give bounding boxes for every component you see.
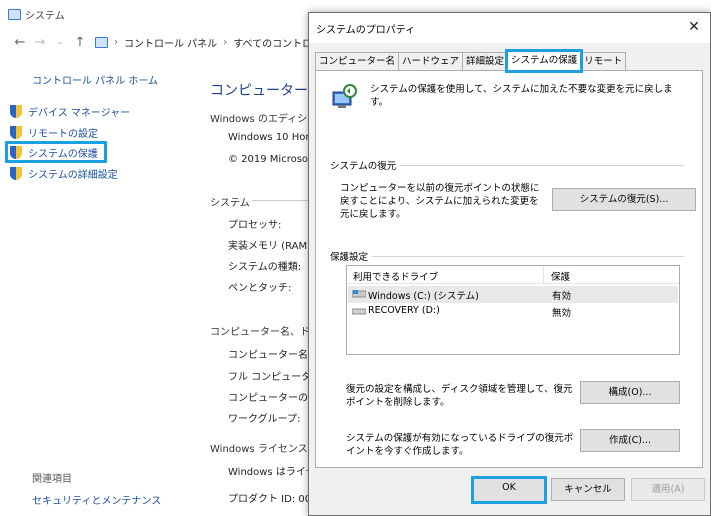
security-maintenance-link[interactable]: セキュリティとメンテナンス xyxy=(32,492,161,507)
sidebar-item-system-protection[interactable]: システムの保護 xyxy=(5,141,107,163)
up-arrow-icon[interactable]: ↑ xyxy=(70,35,90,50)
sidebar-item-label: デバイス マネージャー xyxy=(28,107,131,119)
intro-description: システムの保護を使用して、システムに加えた不要な変更を元に戻します。 xyxy=(370,84,673,108)
sidebar-item-label: システムの保護 xyxy=(28,148,98,160)
computer-name-label: コンピューター名: xyxy=(228,350,312,361)
dialog-title-bar: システムのプロパティ ✕ xyxy=(309,13,710,43)
tab-system-protection[interactable]: システムの保護 xyxy=(505,49,584,73)
ok-button[interactable]: OK xyxy=(471,476,547,504)
sidebar-item-remote-settings[interactable]: リモートの設定 xyxy=(8,123,102,141)
protection-group-divider xyxy=(330,256,684,257)
window-title-bar: システム xyxy=(8,6,65,22)
section-divider xyxy=(252,200,308,201)
tab-hardware[interactable]: ハードウェア xyxy=(398,52,464,71)
breadcrumb-separator-icon[interactable]: › xyxy=(223,37,227,48)
sidebar-item-advanced-settings[interactable]: システムの詳細設定 xyxy=(8,164,122,182)
pen-touch-label: ペンとタッチ: xyxy=(228,283,292,294)
system-type-label: システムの種類: xyxy=(228,262,302,273)
system-protection-icon xyxy=(332,84,357,108)
column-divider xyxy=(543,266,544,284)
recent-dropdown-icon[interactable]: ⌄ xyxy=(50,37,70,47)
table-row[interactable]: RECOVERY (D:) 無効 xyxy=(348,303,678,320)
drive-list-header: 利用できるドライブ 保護 xyxy=(347,266,679,284)
restore-description: コンピューターを以前の復元ポイントの状態に戻すことにより、システムに加えられた変… xyxy=(340,183,540,220)
window-title: システム xyxy=(25,10,65,22)
edition-name: Windows 10 Hor xyxy=(228,132,310,143)
workgroup-label: ワークグループ: xyxy=(228,414,301,425)
configure-description: 復元の設定を構成し、ディスク領域を管理して、復元ポイントを削除します。 xyxy=(346,384,573,408)
tab-remote[interactable]: リモート xyxy=(580,52,627,71)
dialog-title: システムのプロパティ xyxy=(316,25,416,36)
system-drive-icon xyxy=(352,290,366,298)
tab-strip: コンピューター名 ハードウェア 詳細設定 システムの保護 リモート xyxy=(315,49,627,73)
drive-protection-status: 有効 xyxy=(552,291,572,302)
copyright-text: © 2019 Microsof xyxy=(228,154,312,165)
shield-icon xyxy=(10,145,22,159)
create-button[interactable]: 作成(C)... xyxy=(580,429,680,452)
system-section-header: システム xyxy=(210,198,250,209)
computer-icon xyxy=(8,8,21,20)
system-protection-panel: システムの保護を使用して、システムに加えた不要な変更を元に戻します。 システムの… xyxy=(315,70,703,468)
system-restore-button[interactable]: システムの復元(S)... xyxy=(552,188,696,211)
related-items-header: 関連項目 xyxy=(32,474,72,485)
back-arrow-icon[interactable]: ← xyxy=(10,35,30,50)
restore-group-label: システムの復元 xyxy=(330,158,401,172)
column-header-protection[interactable]: 保護 xyxy=(551,269,570,283)
shield-icon xyxy=(10,125,22,139)
configure-button[interactable]: 構成(O)... xyxy=(580,381,680,404)
drive-protection-status: 無効 xyxy=(552,308,572,319)
tab-computer-name[interactable]: コンピューター名 xyxy=(315,52,400,71)
processor-label: プロセッサ: xyxy=(228,220,282,231)
sidebar-item-label: システムの詳細設定 xyxy=(28,169,118,181)
license-status-text: Windows はライセ xyxy=(228,467,316,478)
table-row[interactable]: Windows (C:) (システム) 有効 xyxy=(348,286,678,303)
license-section-header: Windows ライセンス認 xyxy=(210,444,318,455)
cancel-button[interactable]: キャンセル xyxy=(551,478,625,501)
breadcrumb-control-panel[interactable]: コントロール パネル xyxy=(124,35,217,50)
create-description: システムの保護が有効になっているドライブの復元ポイントを今すぐ作成します。 xyxy=(346,433,574,457)
sidebar-item-device-manager[interactable]: デバイス マネージャー xyxy=(8,102,134,120)
shield-icon xyxy=(10,104,22,118)
control-panel-home-link[interactable]: コントロール パネル ホーム xyxy=(32,72,158,87)
drive-list[interactable]: 利用できるドライブ 保護 Windows (C:) (システム) 有効 RECO… xyxy=(346,265,680,355)
drive-name: RECOVERY (D:) xyxy=(368,305,440,316)
protection-group-label: 保護設定 xyxy=(330,249,373,263)
tab-advanced[interactable]: 詳細設定 xyxy=(462,52,509,71)
drive-name: Windows (C:) (システム) xyxy=(368,291,479,302)
ram-label: 実装メモリ (RAM) xyxy=(228,241,311,252)
sidebar-item-label: リモートの設定 xyxy=(28,128,98,140)
close-icon[interactable]: ✕ xyxy=(684,17,704,37)
forward-arrow-icon[interactable]: → xyxy=(30,35,50,50)
drive-icon xyxy=(352,308,366,315)
control-panel-icon xyxy=(95,36,108,48)
apply-button[interactable]: 適用(A) xyxy=(631,478,705,501)
breadcrumb-separator-icon[interactable]: › xyxy=(114,37,118,48)
system-properties-dialog: システムのプロパティ ✕ コンピューター名 ハードウェア 詳細設定 システムの保… xyxy=(308,12,711,516)
edition-section-header: Windows のエディショ xyxy=(210,114,318,125)
column-header-drives[interactable]: 利用できるドライブ xyxy=(353,269,438,283)
shield-icon xyxy=(10,166,22,180)
product-id-text: プロダクト ID: 003 xyxy=(228,494,318,505)
